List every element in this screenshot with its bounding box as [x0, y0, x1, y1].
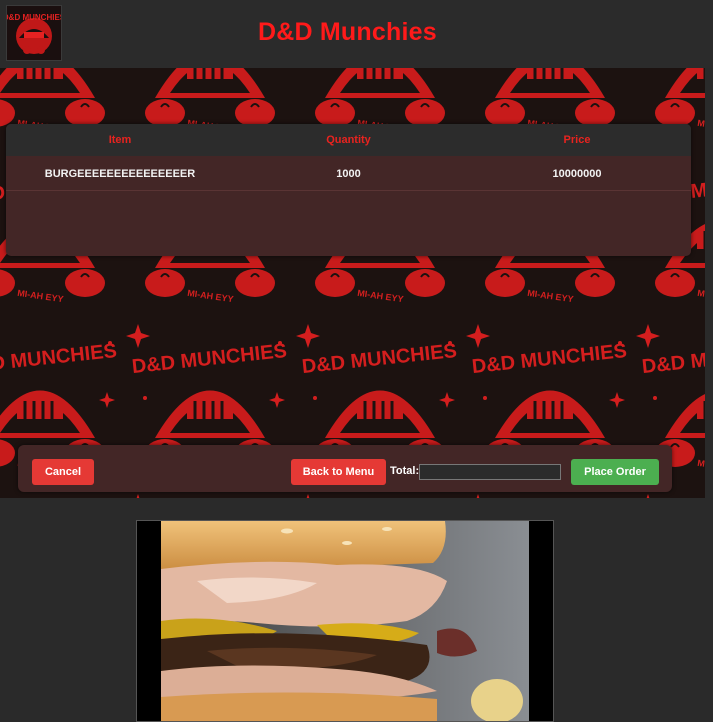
column-header-item: Item — [108, 134, 132, 146]
order-action-bar: Cancel Back to Menu Total: Place Order — [18, 445, 672, 492]
table-row[interactable]: BURGEEEEEEEEEEEEEEER 1000 10000000 — [6, 156, 691, 191]
cancel-button[interactable]: Cancel — [32, 459, 94, 485]
page-title: D&D Munchies — [258, 18, 437, 46]
logo-icon: D&D MUNCHIES — [7, 13, 61, 54]
burger-photo — [136, 520, 554, 722]
burger-image — [137, 521, 553, 721]
column-header-quantity: Quantity — [326, 134, 371, 146]
page-header: D&D MUNCHIES D&D Munchies — [0, 0, 713, 68]
place-order-button[interactable]: Place Order — [571, 459, 659, 485]
column-header-price: Price — [563, 134, 591, 146]
cell-price: 10000000 — [552, 168, 602, 180]
table-header: Item Quantity Price — [6, 124, 691, 156]
logo[interactable]: D&D MUNCHIES — [6, 5, 62, 61]
cell-item: BURGEEEEEEEEEEEEEEER — [44, 168, 196, 180]
back-to-menu-button[interactable]: Back to Menu — [291, 459, 386, 485]
logo-wordmark: D&D MUNCHIES — [7, 13, 61, 22]
total-field[interactable] — [419, 464, 561, 480]
cell-quantity: 1000 — [336, 168, 361, 180]
order-summary-panel: Item Quantity Price BURGEEEEEEEEEEEEEEER… — [6, 124, 691, 256]
total-label: Total: — [390, 465, 420, 477]
